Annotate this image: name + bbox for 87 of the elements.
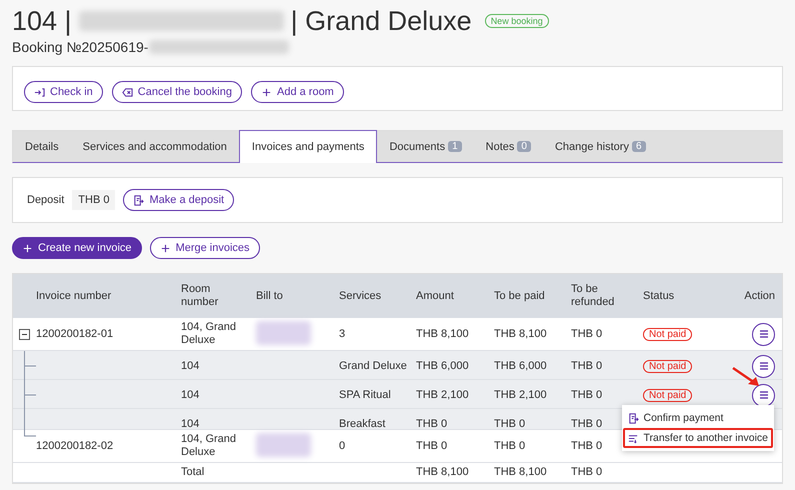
column-header: To be refunded <box>571 283 616 309</box>
booking-number: Booking №20250619- <box>12 39 148 55</box>
tab[interactable]: Services and accommodation <box>70 131 239 162</box>
column-header: Status <box>643 290 676 302</box>
tab[interactable]: Details <box>13 131 71 162</box>
document-icon <box>133 194 144 206</box>
table-cell-text: 1200200182-01 <box>36 328 114 340</box>
status-badge: Not paid <box>643 328 692 341</box>
tab[interactable]: Change history 6 <box>542 131 658 162</box>
tab[interactable]: Documents 1 <box>377 131 474 162</box>
table-cell-text: 1200200182-02 <box>36 440 114 452</box>
booking-title: 104 | <box>12 6 72 36</box>
count-badge: 6 <box>632 141 646 152</box>
count-badge: 1 <box>448 141 462 152</box>
deposit-label: Deposit <box>27 194 64 206</box>
status-badge: New booking <box>484 14 549 28</box>
menu-item[interactable]: Transfer to another invoice <box>623 428 773 448</box>
backspace-icon <box>122 86 133 98</box>
table-cell-text: 104 <box>181 418 200 430</box>
plus-icon <box>260 86 272 98</box>
table-cell-text: THB 8,100 <box>416 328 470 340</box>
menu-item[interactable]: Confirm payment <box>623 408 773 428</box>
table-cell-text: 104, Grand Deluxe <box>181 321 238 347</box>
table-cell-text: THB 8,100 <box>494 466 548 479</box>
tree-branch <box>24 380 36 410</box>
column-header: Amount <box>416 290 455 302</box>
table-cell-text: THB 0 <box>571 360 604 372</box>
menu-icon <box>758 360 770 372</box>
column-header: Services <box>339 290 382 302</box>
blurred-bill-to <box>256 432 311 456</box>
menu-button[interactable] <box>752 322 775 346</box>
column-header: To be paid <box>494 290 546 302</box>
plus-icon <box>22 242 33 254</box>
table-cell-text: THB 0 <box>416 440 448 452</box>
menu-icon <box>758 389 770 401</box>
check-in-button[interactable]: Check in <box>24 81 103 103</box>
collapse-icon[interactable] <box>19 328 30 340</box>
table-cell-text: THB 8,100 <box>494 328 548 340</box>
table-cell-text: 104 <box>181 388 200 402</box>
table-cell-text: THB 2,100 <box>416 388 470 402</box>
table-cell-text: THB 0 <box>571 388 604 402</box>
document-icon <box>628 412 640 424</box>
tab[interactable]: Notes 0 <box>474 131 543 162</box>
add-button[interactable]: Add a room <box>250 81 344 103</box>
column-header: Room number <box>181 283 220 309</box>
menu-button[interactable] <box>752 354 775 378</box>
status-badge: Not paid <box>643 360 692 373</box>
table-cell-text: THB 0 <box>571 466 604 479</box>
table-cell-text: THB 8,100 <box>416 466 470 479</box>
tree-branch <box>24 351 36 381</box>
table-cell-text: SPA Ritual <box>339 388 392 402</box>
table-cell-text: Grand Deluxe <box>339 360 408 372</box>
count-badge: 0 <box>517 141 531 152</box>
menu-icon <box>758 328 770 340</box>
table-cell-text: THB 0 <box>494 440 526 452</box>
cancel-button[interactable]: Cancel the booking <box>112 81 242 103</box>
create-invoice-button[interactable]: Create new invoice <box>12 237 142 259</box>
status-badge: Not paid <box>643 389 692 402</box>
column-header: Action <box>743 290 776 302</box>
room-type-title: | Grand Deluxe <box>290 6 472 36</box>
table-cell-text: THB 0 <box>571 440 604 452</box>
table-cell-text: 0 <box>339 440 346 452</box>
column-header: Invoice number <box>36 290 112 302</box>
deposit-value: THB 0 <box>72 190 116 210</box>
tree-branch <box>24 409 36 439</box>
table-cell-text: THB 6,000 <box>494 360 548 372</box>
tab[interactable]: Invoices and payments <box>238 130 378 163</box>
table-cell-text: 104, Grand Deluxe <box>181 433 238 459</box>
enter-icon <box>34 86 45 98</box>
table-cell-text: 3 <box>339 328 346 340</box>
menu-button[interactable] <box>752 384 775 406</box>
table-cell-text: THB 0 <box>571 328 604 340</box>
make-deposit-button[interactable]: Make a deposit <box>123 189 234 211</box>
list-arrow-icon <box>628 432 640 444</box>
plus-icon <box>160 242 171 254</box>
blurred-bill-to <box>256 320 311 344</box>
table-cell-text: THB 2,100 <box>494 388 548 402</box>
column-header: Bill to <box>256 290 284 302</box>
pointer-arrow <box>731 366 761 388</box>
table-cell-text: Breakfast <box>339 418 386 430</box>
table-cell-text: 104 <box>181 360 200 372</box>
table-cell-text: Total <box>181 466 206 479</box>
merge-invoices-button[interactable]: Merge invoices <box>150 237 260 259</box>
table-cell-text: THB 0 <box>571 418 604 430</box>
table-cell-text: THB 0 <box>494 418 526 430</box>
table-cell-text: THB 6,000 <box>416 360 470 372</box>
table-cell-text: THB 0 <box>416 418 448 430</box>
